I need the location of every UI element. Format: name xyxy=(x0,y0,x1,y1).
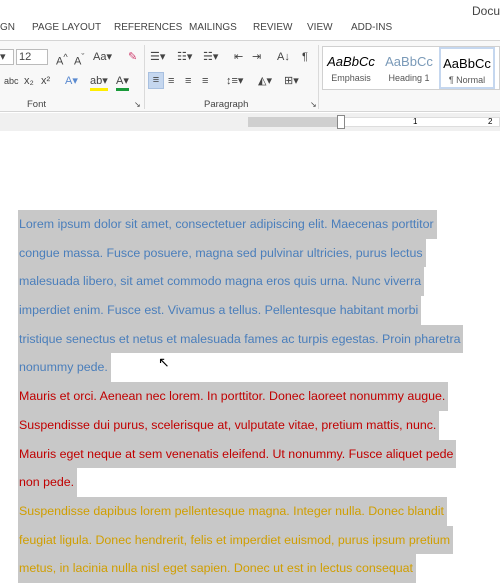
selected-text: Mauris et orci. Aenean nec lorem. In por… xyxy=(18,382,449,411)
text-line: Mauris eget neque at sem venenatis eleif… xyxy=(18,439,463,469)
text-line: feugiat ligula. Donec hendrerit, felis e… xyxy=(18,525,463,555)
selected-text: malesuada libero, sit amet commodo magna… xyxy=(18,267,425,297)
divider xyxy=(318,45,319,109)
bullets-icon[interactable]: ☰▾ xyxy=(150,50,165,64)
text-line: imperdiet enim. Fusce est. Vivamus a tel… xyxy=(18,296,463,325)
text-line: metus, in lacinia nulla nisl eget sapien… xyxy=(18,554,463,583)
tab-add-ins[interactable]: ADD-INS xyxy=(351,22,392,33)
document-body[interactable]: Lorem ipsum dolor sit amet, consectetuer… xyxy=(18,210,464,583)
horizontal-ruler[interactable]: 1 2 xyxy=(0,113,500,131)
line-spacing-icon[interactable]: ↕≡▾ xyxy=(226,74,243,88)
selected-text: Suspendisse dui purus, scelerisque at, v… xyxy=(18,410,440,440)
mouse-pointer-icon: ↖ xyxy=(158,354,170,370)
font-dialog-launcher-icon[interactable]: ↘ xyxy=(134,98,141,112)
change-case-icon[interactable]: Aa▾ xyxy=(93,50,112,64)
text-line: Lorem ipsum dolor sit amet, consectetuer… xyxy=(18,210,463,239)
tab-review[interactable]: REVIEW xyxy=(253,22,292,33)
paragraph-group-label: Paragraph xyxy=(204,99,249,110)
divider xyxy=(144,45,145,109)
indent-marker[interactable] xyxy=(337,115,345,129)
text-line: Suspendisse dui purus, scelerisque at, v… xyxy=(18,410,463,440)
selected-text: imperdiet enim. Fusce est. Vivamus a tel… xyxy=(18,296,422,325)
selected-text: Mauris eget neque at sem venenatis eleif… xyxy=(18,439,457,469)
font-group-label: Font xyxy=(27,99,47,110)
numbering-icon[interactable]: ☷▾ xyxy=(177,50,192,64)
text-line: non pede. xyxy=(18,468,463,497)
ruler-mark: 2 xyxy=(488,117,493,126)
ribbon-tabs: GN PAGE LAYOUT REFERENCES MAILINGS REVIE… xyxy=(0,22,500,38)
font-color-icon[interactable]: A▾ xyxy=(116,74,129,91)
paragraph-dialog-launcher-icon[interactable]: ↘ xyxy=(310,98,317,112)
superscript-icon[interactable]: x² xyxy=(41,74,50,88)
selected-text: non pede. xyxy=(18,468,78,497)
align-center-icon[interactable]: ≡ xyxy=(168,74,174,88)
style-heading-1[interactable]: AaBbCc Heading 1 xyxy=(381,47,437,89)
ribbon: ▾ 12 A^ Aˇ Aa▾ ✎ abc x₂ x² A▾ ab▾ A▾ Fon… xyxy=(0,40,500,112)
selected-text: congue massa. Fusce posuere, magna sed p… xyxy=(18,238,426,268)
align-left-icon[interactable]: ≡ xyxy=(148,72,164,89)
styles-gallery: AaBbCc Emphasis AaBbCc Heading 1 AaBbCc ¶ N… xyxy=(322,46,500,90)
selected-text: metus, in lacinia nulla nisl eget sapien… xyxy=(18,554,416,583)
borders-icon[interactable]: ⊞▾ xyxy=(284,74,299,88)
strikethrough-icon[interactable]: abc xyxy=(4,74,19,88)
font-name-dropdown[interactable]: ▾ xyxy=(0,49,14,65)
paragraph: Lorem ipsum dolor sit amet, consectetuer… xyxy=(18,210,464,383)
multilevel-list-icon[interactable]: ☵▾ xyxy=(203,50,218,64)
text-line: congue massa. Fusce posuere, magna sed p… xyxy=(18,238,463,268)
text-line: Mauris et orci. Aenean nec lorem. In por… xyxy=(18,382,463,411)
sort-icon[interactable]: A↓ xyxy=(277,50,290,64)
ruler-mark: 1 xyxy=(413,117,418,126)
text-line: malesuada libero, sit amet commodo magna… xyxy=(18,267,463,297)
shrink-font-icon[interactable]: Aˇ xyxy=(74,50,84,69)
text-effects-icon[interactable]: A▾ xyxy=(65,74,78,88)
clear-formatting-icon[interactable]: ✎ xyxy=(128,50,137,64)
selected-text: tristique senectus et netus et malesuada… xyxy=(18,324,464,354)
text-line: nonummy pede. xyxy=(18,353,463,383)
text-line: Suspendisse dapibus lorem pellentesque m… xyxy=(18,496,463,526)
justify-icon[interactable]: ≡ xyxy=(202,74,208,88)
selected-text: Suspendisse dapibus lorem pellentesque m… xyxy=(18,496,448,526)
grow-font-icon[interactable]: A^ xyxy=(56,50,68,69)
text-line: tristique senectus et netus et malesuada… xyxy=(18,324,464,354)
window-title: Docu xyxy=(471,4,500,18)
align-right-icon[interactable]: ≡ xyxy=(185,74,191,88)
selected-text: Lorem ipsum dolor sit amet, consectetuer… xyxy=(18,210,437,239)
tab-design[interactable]: GN xyxy=(0,22,15,33)
selected-text: feugiat ligula. Donec hendrerit, felis e… xyxy=(18,525,454,555)
shading-icon[interactable]: ◭▾ xyxy=(258,74,272,88)
highlight-color-icon[interactable]: ab▾ xyxy=(90,74,108,91)
style-normal[interactable]: AaBbCc ¶ Normal xyxy=(439,47,495,89)
tab-references[interactable]: REFERENCES xyxy=(114,22,182,33)
style-emphasis[interactable]: AaBbCc Emphasis xyxy=(323,47,379,89)
increase-indent-icon[interactable]: ⇥ xyxy=(252,50,261,64)
show-formatting-marks-icon[interactable]: ¶ xyxy=(302,50,308,64)
paragraph: Mauris et orci. Aenean nec lorem. In por… xyxy=(18,382,463,497)
tab-mailings[interactable]: MAILINGS xyxy=(189,22,237,33)
font-size-dropdown[interactable]: 12 xyxy=(16,49,48,65)
paragraph: Suspendisse dapibus lorem pellentesque m… xyxy=(18,496,463,583)
decrease-indent-icon[interactable]: ⇤ xyxy=(234,50,243,64)
tab-page-layout[interactable]: PAGE LAYOUT xyxy=(32,22,101,33)
tab-view[interactable]: VIEW xyxy=(307,22,333,33)
subscript-icon[interactable]: x₂ xyxy=(24,74,34,88)
selected-text: nonummy pede. xyxy=(18,353,111,383)
